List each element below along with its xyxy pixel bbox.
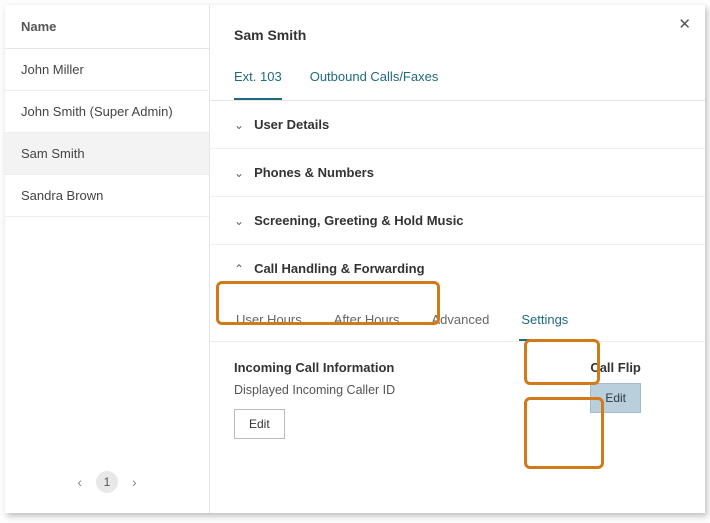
close-icon[interactable]: ✕ (678, 15, 691, 33)
accordion-phones[interactable]: ⌄ Phones & Numbers (210, 149, 705, 197)
accordion-user-details[interactable]: ⌄ User Details (210, 101, 705, 149)
detail-title: Sam Smith (210, 5, 705, 59)
chevron-down-icon: ⌄ (234, 214, 244, 228)
subtab-advanced[interactable]: Advanced (430, 304, 492, 341)
user-row-sandra-brown[interactable]: Sandra Brown (5, 175, 209, 217)
subtab-after-hours[interactable]: After Hours (332, 304, 402, 341)
incoming-caller-id-label: Displayed Incoming Caller ID (234, 383, 395, 397)
call-flip-edit-button[interactable]: Edit (590, 383, 641, 413)
pager-prev-icon[interactable]: ‹ (77, 474, 82, 490)
accordion-label: Call Handling & Forwarding (254, 261, 424, 276)
tab-ext[interactable]: Ext. 103 (234, 59, 282, 100)
user-row-sam-smith[interactable]: Sam Smith (5, 133, 209, 175)
pager: ‹ 1 › (5, 471, 209, 493)
accordion-screening[interactable]: ⌄ Screening, Greeting & Hold Music (210, 197, 705, 245)
accordion-label: User Details (254, 117, 329, 132)
user-list-header: Name (5, 5, 209, 49)
accordion-label: Phones & Numbers (254, 165, 374, 180)
detail-panel: ✕ Sam Smith Ext. 103 Outbound Calls/Faxe… (210, 5, 705, 513)
pager-next-icon[interactable]: › (132, 474, 137, 490)
user-row-john-smith[interactable]: John Smith (Super Admin) (5, 91, 209, 133)
incoming-call-header: Incoming Call Information (234, 360, 395, 375)
chevron-down-icon: ⌄ (234, 118, 244, 132)
detail-tabs: Ext. 103 Outbound Calls/Faxes (210, 59, 705, 101)
accordion-call-handling[interactable]: ⌃ Call Handling & Forwarding (210, 245, 705, 292)
user-list-panel: Name John Miller John Smith (Super Admin… (5, 5, 210, 513)
call-flip-header: Call Flip (590, 360, 641, 375)
incoming-edit-button[interactable]: Edit (234, 409, 285, 439)
chevron-up-icon: ⌃ (234, 262, 244, 276)
subtab-user-hours[interactable]: User Hours (234, 304, 304, 341)
settings-body: Incoming Call Information Displayed Inco… (210, 342, 705, 457)
call-handling-subtabs: User Hours After Hours Advanced Settings (210, 292, 705, 342)
accordion-label: Screening, Greeting & Hold Music (254, 213, 463, 228)
subtab-settings[interactable]: Settings (519, 304, 570, 341)
call-flip-col: Call Flip Edit (590, 360, 641, 439)
user-row-john-miller[interactable]: John Miller (5, 49, 209, 91)
tab-outbound[interactable]: Outbound Calls/Faxes (310, 59, 439, 100)
chevron-down-icon: ⌄ (234, 166, 244, 180)
pager-page-number[interactable]: 1 (96, 471, 118, 493)
incoming-call-col: Incoming Call Information Displayed Inco… (234, 360, 395, 439)
